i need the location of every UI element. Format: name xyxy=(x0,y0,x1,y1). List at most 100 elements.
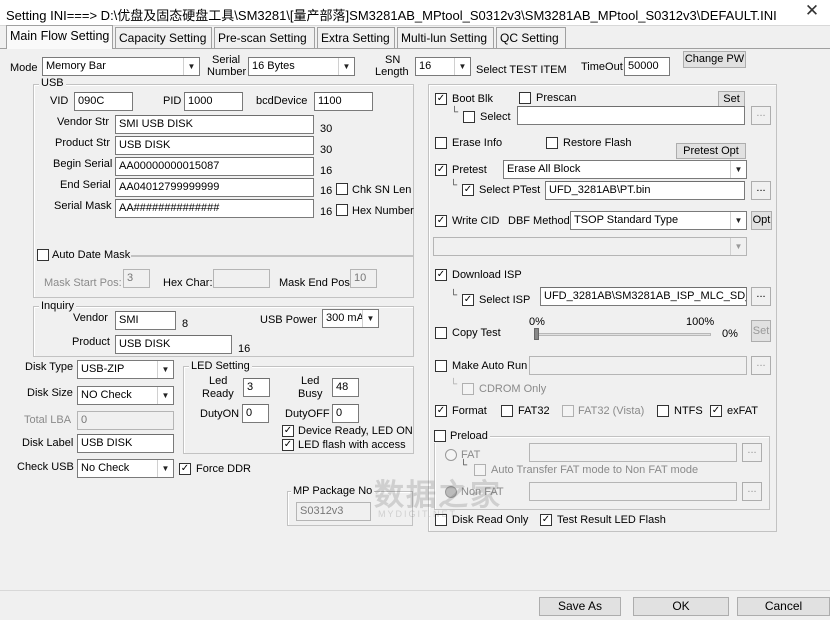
disk-label-input[interactable]: USB DISK xyxy=(77,434,174,453)
tab-qc-setting[interactable]: QC Setting xyxy=(496,27,566,48)
serial-number-select[interactable]: 16 Bytes ▼ xyxy=(248,57,355,76)
sn-length-label-2: Length xyxy=(375,66,409,78)
bcd-device-input[interactable]: 1100 xyxy=(314,92,373,111)
total-lba-input[interactable]: 0 xyxy=(77,411,174,430)
product-str-input[interactable]: USB DISK xyxy=(115,136,314,155)
ntfs-checkbox[interactable] xyxy=(657,405,669,417)
copy-test-value: 0% xyxy=(722,328,738,340)
format-label: Format xyxy=(452,405,487,417)
preload-non-fat-browse-button[interactable]: ... xyxy=(742,482,762,501)
boot-file-input[interactable] xyxy=(517,106,745,125)
write-cid-label: Write CID xyxy=(452,215,500,227)
download-isp-checkbox[interactable]: ✓ xyxy=(435,269,447,281)
vendor-str-input[interactable]: SMI USB DISK xyxy=(115,115,314,134)
erase-info-checkbox[interactable] xyxy=(435,137,447,149)
pretest-select[interactable]: Erase All Block ▼ xyxy=(503,160,747,179)
pretest-opt-button[interactable]: Pretest Opt xyxy=(676,143,746,159)
serial-mask-input[interactable]: AA############## xyxy=(115,199,314,218)
vid-input[interactable]: 090C xyxy=(74,92,133,111)
boot-blk-label: Boot Blk xyxy=(452,93,493,105)
check-usb-select[interactable]: No Check ▼ xyxy=(77,459,174,478)
close-icon[interactable]: ✕ xyxy=(800,1,824,21)
duty-off-input[interactable]: 0 xyxy=(332,404,359,423)
write-cid-checkbox[interactable]: ✓ xyxy=(435,215,447,227)
auto-run-file-input[interactable] xyxy=(529,356,747,375)
prescan-checkbox[interactable] xyxy=(519,92,531,104)
select-ptest-checkbox[interactable]: ✓ xyxy=(462,184,474,196)
chk-sn-len-checkbox[interactable] xyxy=(336,183,348,195)
auto-run-browse-button[interactable]: ... xyxy=(751,356,771,375)
preload-fat-input[interactable] xyxy=(529,443,737,462)
sn-length-select[interactable]: 16 ▼ xyxy=(415,57,471,76)
pid-input[interactable]: 1000 xyxy=(184,92,243,111)
pretest-checkbox[interactable]: ✓ xyxy=(435,164,447,176)
ok-button[interactable]: OK xyxy=(633,597,729,616)
end-serial-input[interactable]: AA04012799999999 xyxy=(115,178,314,197)
copy-test-slider[interactable] xyxy=(535,333,711,336)
copy-test-set-button[interactable]: Set xyxy=(751,320,771,342)
select-test-item-label: Select TEST ITEM xyxy=(476,64,567,76)
mode-select[interactable]: Memory Bar ▼ xyxy=(42,57,200,76)
tab-capacity-setting[interactable]: Capacity Setting xyxy=(115,27,212,48)
inquiry-vendor-input[interactable]: SMI xyxy=(115,311,176,330)
led-ready-input[interactable]: 3 xyxy=(243,378,270,397)
usb-group-title: USB xyxy=(39,77,66,90)
boot-blk-checkbox[interactable]: ✓ xyxy=(435,93,447,105)
copy-test-checkbox[interactable] xyxy=(435,327,447,339)
force-ddr-checkbox[interactable]: ✓ xyxy=(179,463,191,475)
isp-file-input[interactable]: UFD_3281AB\SM3281AB_ISP_MLC_SD_1 xyxy=(540,287,747,306)
change-pw-button[interactable]: Change PW xyxy=(683,51,746,68)
isp-browse-button[interactable]: ... xyxy=(751,287,771,306)
test-result-led-flash-checkbox[interactable]: ✓ xyxy=(540,514,552,526)
preload-non-fat-input[interactable] xyxy=(529,482,737,501)
bcd-device-label: bcdDevice xyxy=(256,95,308,107)
tab-multi-lun-setting[interactable]: Multi-lun Setting xyxy=(397,27,494,48)
timeout-input[interactable]: 50000 xyxy=(624,57,670,76)
save-as-button[interactable]: Save As xyxy=(539,597,621,616)
auto-date-mask-checkbox[interactable] xyxy=(37,249,49,261)
fat-radio[interactable] xyxy=(445,449,457,461)
preload-fat-browse-button[interactable]: ... xyxy=(742,443,762,462)
device-ready-led-on-checkbox[interactable]: ✓ xyxy=(282,425,294,437)
boot-set-button[interactable]: Set xyxy=(718,91,745,107)
usb-power-select[interactable]: 300 mA ▼ xyxy=(322,309,379,328)
product-str-label: Product Str xyxy=(55,137,111,149)
inquiry-vendor-label: Vendor xyxy=(73,312,108,324)
mask-start-pos-input[interactable]: 3 xyxy=(123,269,150,288)
led-flash-checkbox[interactable]: ✓ xyxy=(282,439,294,451)
ptest-browse-button[interactable]: ... xyxy=(751,181,771,200)
boot-select-checkbox[interactable] xyxy=(463,111,475,123)
window-title: Setting INI===> D:\优盘及固态硬盘工具\SM3281\[量产部… xyxy=(6,8,777,23)
fat32-vista-checkbox[interactable] xyxy=(562,405,574,417)
dbf-method-select[interactable]: TSOP Standard Type ▼ xyxy=(570,211,747,230)
disk-type-select[interactable]: USB-ZIP ▼ xyxy=(77,360,174,379)
restore-flash-checkbox[interactable] xyxy=(546,137,558,149)
exfat-checkbox[interactable]: ✓ xyxy=(710,405,722,417)
inquiry-product-input[interactable]: USB DISK xyxy=(115,335,232,354)
fat32-checkbox[interactable] xyxy=(501,405,513,417)
copy-test-slider-thumb[interactable] xyxy=(534,328,539,340)
make-auto-run-checkbox[interactable] xyxy=(435,360,447,372)
mask-start-pos-label: Mask Start Pos: xyxy=(44,277,122,289)
disk-size-select[interactable]: NO Check ▼ xyxy=(77,386,174,405)
select-isp-checkbox[interactable]: ✓ xyxy=(462,294,474,306)
hex-char-input[interactable] xyxy=(213,269,270,288)
mask-end-pos-input[interactable]: 10 xyxy=(350,269,377,288)
tab-main-flow-setting[interactable]: Main Flow Setting xyxy=(6,25,113,49)
tab-prescan-setting[interactable]: Pre-scan Setting xyxy=(214,27,315,48)
led-busy-input[interactable]: 48 xyxy=(332,378,359,397)
cdrom-only-checkbox[interactable] xyxy=(462,383,474,395)
cid-extra-select[interactable]: ▼ xyxy=(433,237,747,256)
preload-checkbox[interactable] xyxy=(434,430,446,443)
ntfs-label: NTFS xyxy=(674,405,703,417)
tab-extra-setting[interactable]: Extra Setting xyxy=(317,27,395,48)
ptest-file-input[interactable]: UFD_3281AB\PT.bin xyxy=(545,181,745,200)
begin-serial-input[interactable]: AA00000000015087 xyxy=(115,157,314,176)
hex-number-checkbox[interactable] xyxy=(336,204,348,216)
format-checkbox[interactable]: ✓ xyxy=(435,405,447,417)
mp-package-input[interactable]: S0312v3 xyxy=(296,502,371,521)
boot-browse-button[interactable]: ... xyxy=(751,106,771,125)
duty-on-input[interactable]: 0 xyxy=(242,404,269,423)
dbf-opt-button[interactable]: Opt xyxy=(751,211,772,230)
cancel-button[interactable]: Cancel xyxy=(737,597,830,616)
